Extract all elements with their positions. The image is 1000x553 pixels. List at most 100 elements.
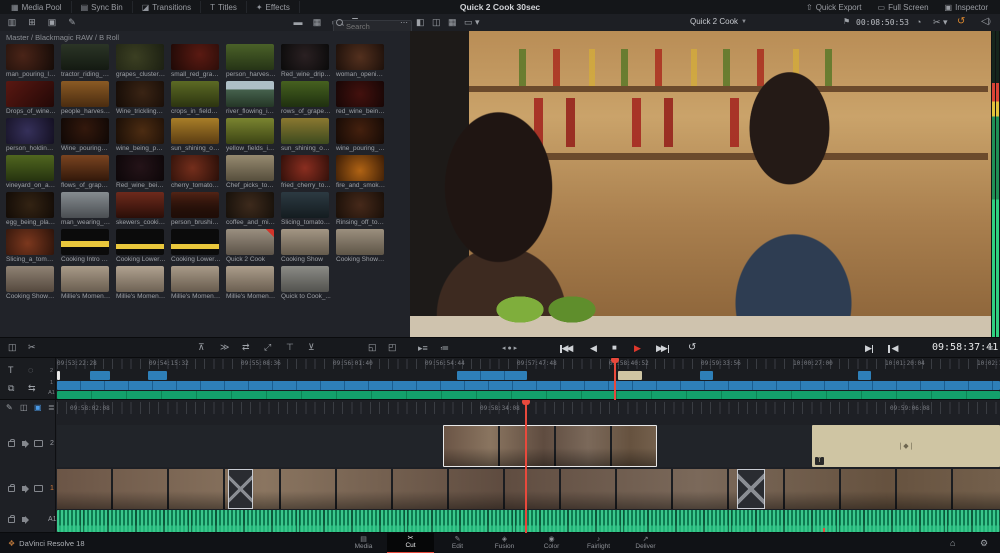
insert-title-icon[interactable]: T — [8, 366, 14, 375]
top-right-button[interactable]: ▣ Inspector — [937, 3, 996, 12]
media-view-icon[interactable]: ▬ — [290, 16, 306, 29]
media-item[interactable]: cherry_tomatoes_... — [171, 155, 221, 192]
media-item[interactable]: grapes_cluster_in... — [116, 44, 166, 81]
panel-toggle-tab[interactable]: ◪ Transitions — [133, 1, 202, 13]
timeline-playhead[interactable] — [521, 400, 530, 533]
mute-icon[interactable] — [22, 515, 29, 524]
media-item[interactable]: Cooking Lower Thi... — [171, 229, 221, 266]
media-item[interactable]: wine_being_poure... — [116, 118, 166, 155]
page-tab[interactable]: ✂ Cut — [387, 533, 434, 553]
media-item[interactable]: river_flowing_in_t... — [226, 81, 276, 118]
ripple-overwrite-icon[interactable]: ⇄ — [242, 343, 250, 352]
overview-track-a1[interactable] — [57, 391, 1000, 399]
boring-detector-icon[interactable]: ◌ — [28, 366, 33, 375]
overview-track-v2[interactable] — [57, 371, 1000, 380]
page-tab[interactable]: ◉ Color — [528, 533, 575, 553]
audio-trim-icon[interactable]: ≣ — [48, 404, 55, 412]
media-item[interactable]: man_pouring_liqu... — [6, 44, 56, 81]
play-button[interactable]: ▶ — [634, 343, 641, 354]
media-view-icon[interactable]: ▦ — [309, 16, 325, 29]
viewer-tool-split-icon[interactable]: ◫ — [432, 18, 441, 27]
mute-icon[interactable] — [22, 484, 29, 493]
media-pool-tool-icon[interactable]: ▥ — [4, 16, 20, 29]
viewer-clip-menu[interactable]: Quick 2 Cook ▼ — [690, 17, 747, 26]
trim-mode-icon[interactable]: ◫ — [8, 343, 17, 352]
monitor-icon[interactable] — [34, 440, 43, 447]
panel-toggle-tab[interactable]: T Titles — [201, 1, 247, 13]
overview-clip[interactable] — [90, 371, 110, 380]
media-item[interactable]: skewers_cooking_... — [116, 192, 166, 229]
video-clip-selected[interactable] — [443, 425, 657, 467]
media-item[interactable]: person_brushing_... — [171, 192, 221, 229]
media-item[interactable]: red_wine_being_p... — [336, 81, 386, 118]
lock-icon[interactable] — [8, 483, 15, 492]
panel-toggle-tab[interactable]: ✦ Effects — [247, 1, 300, 13]
media-item[interactable]: sun_shining_over... — [281, 118, 331, 155]
timeline-playhead-handle[interactable] — [521, 400, 530, 405]
tools-icon[interactable]: ✂ ▾ — [933, 18, 948, 27]
media-item[interactable]: Rinsing_off_tomat... — [336, 192, 386, 229]
camera-icon[interactable]: ◔ — [916, 18, 921, 27]
lock-icon[interactable] — [8, 438, 15, 447]
media-item[interactable]: Millie's Moments ... — [116, 266, 166, 303]
overview-ruler[interactable]: 09:53:22:28 09:54:15:32 09:55:08:36 09:56:0… — [57, 359, 1000, 369]
match-frame-out-icon[interactable]: ▶ — [865, 343, 874, 354]
page-tab[interactable]: ✎ Edit — [434, 533, 481, 553]
media-item[interactable]: Cooking Show_tvc — [6, 266, 56, 303]
media-pool-tool-icon[interactable]: ✎ — [64, 16, 80, 29]
media-item[interactable]: man_wearing_an_... — [61, 192, 111, 229]
viewer-video[interactable] — [410, 31, 1000, 337]
panel-toggle-tab[interactable]: ▦ Media Pool — [2, 1, 72, 13]
media-item[interactable]: fire_and_smoke_c... — [336, 155, 386, 192]
cross-dissolve-transition[interactable] — [228, 469, 253, 509]
skip-forward-button[interactable]: ▶▶ — [656, 343, 670, 354]
media-item[interactable]: egg_being_placed... — [6, 192, 56, 229]
media-item[interactable]: person_harvestin... — [226, 44, 276, 81]
swap-timeline-icon[interactable]: ⇆ — [28, 384, 36, 393]
speaker-icon[interactable]: ◁) — [981, 17, 991, 27]
overview-clip[interactable] — [858, 371, 871, 380]
source-overwrite-icon[interactable]: ⊻ — [308, 343, 315, 352]
media-item[interactable]: Quick to Cook_... — [281, 266, 331, 303]
draw-tool-icon[interactable]: ✎ — [6, 404, 13, 412]
page-tab[interactable]: ◈ Fusion — [481, 533, 528, 553]
trim-tool-icon[interactable]: ◫ — [20, 404, 28, 412]
top-right-button[interactable]: ⇧ Quick Export — [798, 3, 870, 12]
media-item[interactable]: Cooking Intro Log... — [61, 229, 111, 266]
top-right-button[interactable]: ▭ Full Screen — [870, 3, 937, 12]
overview-clip[interactable] — [700, 371, 713, 380]
page-tab[interactable]: ↗ Deliver — [622, 533, 669, 553]
track-v2[interactable]: T ❘◆❘ — [57, 425, 1000, 467]
media-item[interactable]: small_red_grape_c... — [171, 44, 221, 81]
media-item[interactable]: Cooking Lower Thi... — [116, 229, 166, 266]
timeline-menu-icon[interactable]: ≡ — [988, 344, 993, 353]
close-up-icon[interactable]: ⤢ — [264, 343, 271, 352]
page-tab[interactable]: ▤ Media — [340, 533, 387, 553]
skip-back-button[interactable]: ◀◀ — [560, 343, 573, 354]
loop-icon[interactable]: ↺ — [688, 342, 696, 353]
append-icon[interactable]: ≫ — [220, 343, 229, 352]
media-item[interactable]: Red_wine_drippin... — [281, 44, 331, 81]
jog-control[interactable]: ◂ ● ▸ — [502, 344, 517, 352]
smart-insert-icon[interactable]: ⊼ — [198, 343, 205, 352]
media-item[interactable]: fried_cherry_toma... — [281, 155, 331, 192]
media-item[interactable]: Cooking Show — [281, 229, 331, 266]
fit-timeline-icon[interactable]: ◱ — [368, 343, 377, 352]
razor-icon[interactable]: ✂ — [28, 343, 36, 352]
media-item[interactable]: Slicing_tomatoes_... — [281, 192, 331, 229]
media-item[interactable]: Wine_trickling_fro... — [116, 81, 166, 118]
media-item[interactable]: tractor_riding_ove... — [61, 44, 111, 81]
media-item[interactable]: person_holding_a... — [6, 118, 56, 155]
media-item[interactable]: woman_opening_... — [336, 44, 386, 81]
monitor-icon[interactable] — [34, 485, 43, 492]
media-item[interactable]: Millie's Moments ... — [171, 266, 221, 303]
media-item[interactable]: Quick 2 Cook — [226, 229, 276, 266]
breadcrumb[interactable]: Master / Blackmagic RAW / B Roll — [6, 33, 119, 42]
snap-icon[interactable]: ▣ — [34, 404, 42, 412]
overview-track-v1[interactable] — [57, 381, 1000, 390]
project-settings-gear-icon[interactable]: ⚙ — [980, 539, 988, 548]
media-item[interactable]: flows_of_grape_tr... — [61, 155, 111, 192]
media-item[interactable]: people_harvesting... — [61, 81, 111, 118]
page-tab[interactable]: ♪ Fairlight — [575, 533, 622, 553]
media-item[interactable]: Cooking Show_... — [336, 229, 386, 266]
